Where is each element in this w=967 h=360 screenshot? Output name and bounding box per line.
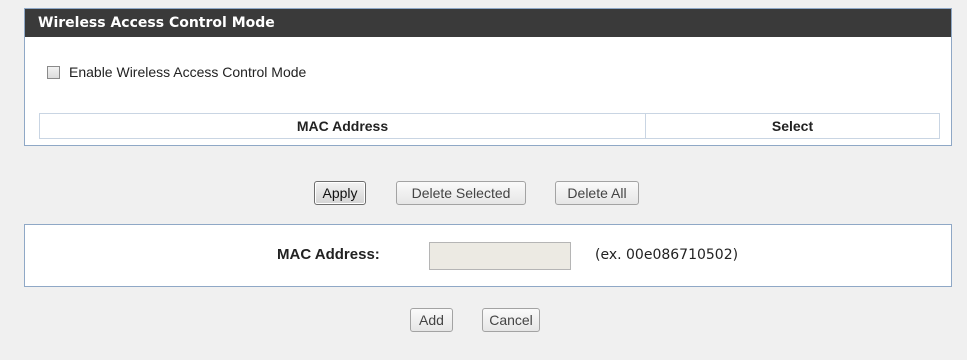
add-button[interactable]: Add (410, 308, 453, 332)
mac-address-table: MAC Address Select (39, 113, 940, 139)
select-column-header: Select (771, 118, 814, 134)
mac-address-label: MAC Address: (277, 246, 380, 263)
delete-all-button[interactable]: Delete All (555, 181, 639, 205)
apply-button[interactable]: Apply (314, 181, 366, 205)
mac-address-input[interactable] (429, 242, 571, 270)
access-control-panel: Wireless Access Control Mode Enable Wire… (24, 8, 952, 146)
mac-address-column-header: MAC Address (40, 114, 646, 138)
cancel-button[interactable]: Cancel (482, 308, 540, 332)
mac-entry-panel: MAC Address: (ex. 00e086710502) (24, 224, 952, 287)
delete-selected-button[interactable]: Delete Selected (396, 181, 526, 205)
access-control-title: Wireless Access Control Mode (25, 9, 951, 37)
mac-address-example-hint: (ex. 00e086710502) (595, 247, 739, 263)
enable-access-control-row: Enable Wireless Access Control Mode (47, 63, 306, 81)
enable-access-control-label: Enable Wireless Access Control Mode (69, 64, 307, 80)
enable-access-control-checkbox[interactable] (47, 65, 60, 79)
